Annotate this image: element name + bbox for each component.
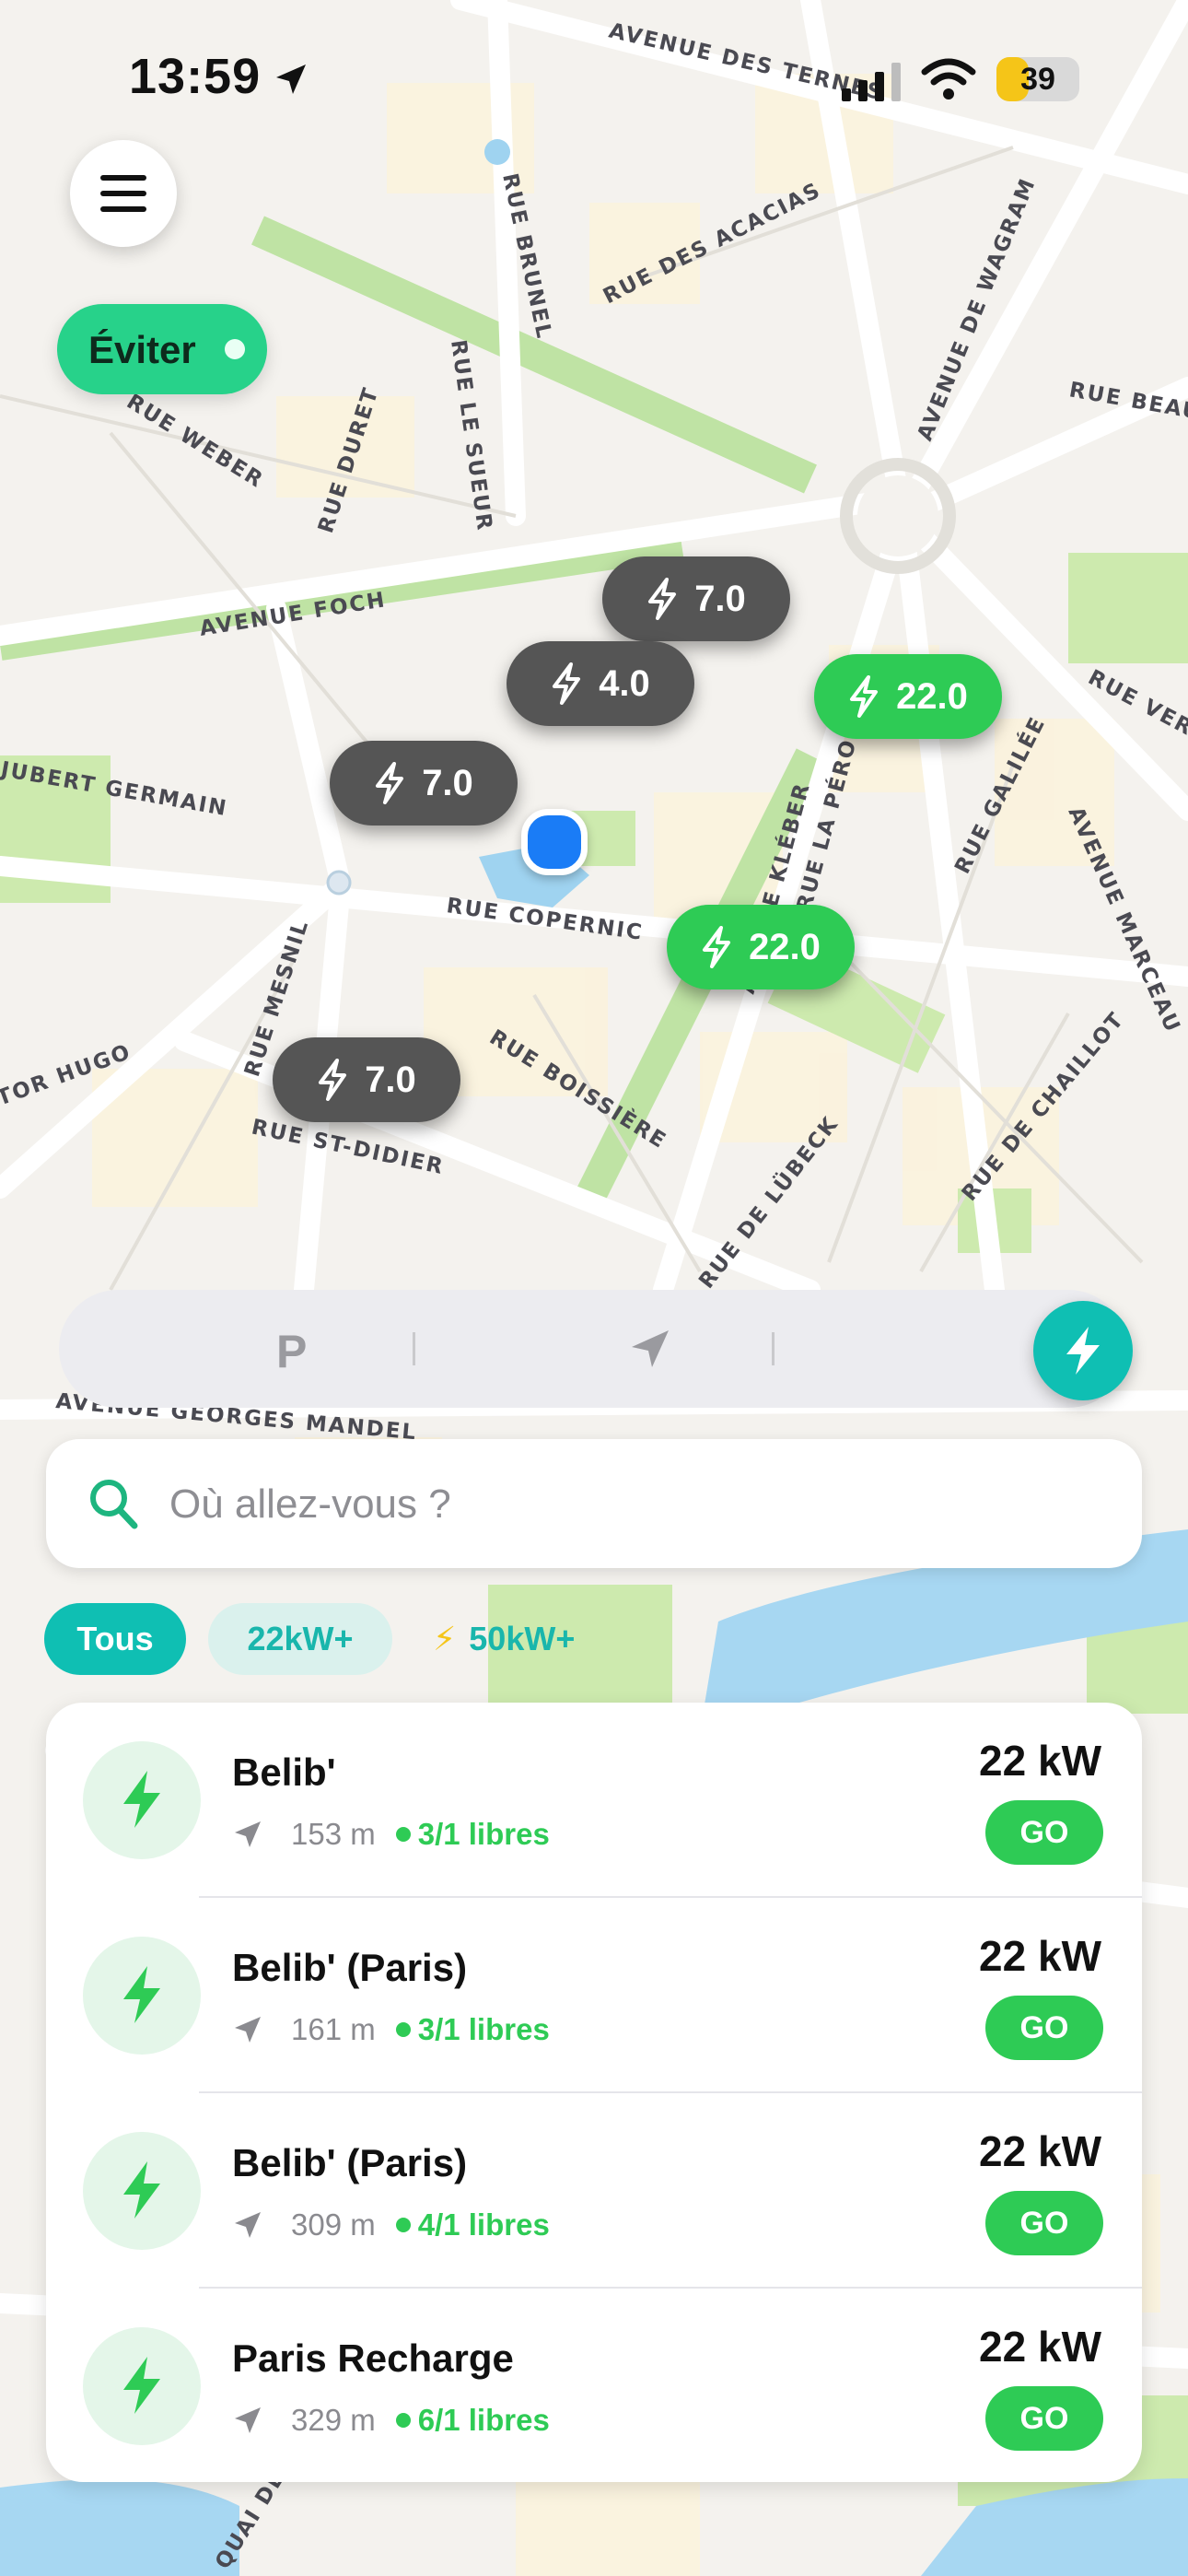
station-power: 22 kW xyxy=(979,1932,1101,1980)
status-time: 13:59 xyxy=(129,49,262,104)
hamburger-icon xyxy=(100,175,146,212)
pin-power: 7.0 xyxy=(422,762,473,803)
station-meta: 329 m 6/1 libres xyxy=(232,2397,550,2443)
station-list: Belib' 153 m 3/1 libres 22 kW GO Belib' … xyxy=(46,1703,1142,2482)
user-location-dot xyxy=(521,809,588,875)
charger-avatar xyxy=(83,1741,201,1859)
battery-level: 39 xyxy=(1020,62,1055,97)
go-button[interactable]: GO xyxy=(985,1800,1103,1865)
bolt-icon xyxy=(850,675,879,718)
go-button[interactable]: GO xyxy=(985,1996,1103,2060)
station-distance: 309 m xyxy=(291,2207,376,2242)
station-availability: 4/1 libres xyxy=(417,2207,550,2242)
station-availability: 6/1 libres xyxy=(417,2403,550,2437)
bolt-icon xyxy=(123,1966,160,2023)
station-meta: 309 m 4/1 libres xyxy=(232,2202,550,2248)
divider xyxy=(772,1332,775,1365)
mode-selector: P xyxy=(59,1290,1127,1408)
station-meta: 161 m 3/1 libres xyxy=(232,2007,550,2053)
pin-power: 22.0 xyxy=(749,926,821,967)
bolt-icon xyxy=(553,662,581,705)
pin-power: 7.0 xyxy=(694,578,746,619)
station-availability: 3/1 libres xyxy=(417,2012,550,2046)
station-name: Belib' (Paris) xyxy=(232,2141,468,2184)
mode-parking[interactable]: P xyxy=(276,1325,307,1378)
filter-50kw-label: 50kW+ xyxy=(469,1620,576,1657)
bolt-icon xyxy=(123,1771,160,1828)
station-distance: 153 m xyxy=(291,1817,376,1851)
navigation-arrow-icon[interactable] xyxy=(628,1327,672,1371)
pin-power: 4.0 xyxy=(599,662,650,704)
station-name: Belib' xyxy=(232,1751,336,1794)
availability-dot xyxy=(395,2413,411,2428)
bolt-icon xyxy=(648,578,677,620)
distance-arrow-icon xyxy=(235,2017,261,2043)
charger-pin[interactable]: 22.0 xyxy=(667,905,855,989)
station-availability: 3/1 libres xyxy=(417,1817,550,1851)
filter-all[interactable]: Tous xyxy=(44,1603,186,1675)
distance-arrow-icon xyxy=(235,2212,261,2238)
distance-arrow-icon xyxy=(235,1821,261,1847)
station-power: 22 kW xyxy=(979,1737,1101,1785)
availability-dot xyxy=(395,2218,411,2232)
go-button[interactable]: GO xyxy=(985,2386,1103,2451)
bolt-icon xyxy=(703,926,731,968)
charger-pin[interactable]: 7.0 xyxy=(602,556,790,641)
charger-pin[interactable]: 7.0 xyxy=(330,741,518,825)
pin-power: 7.0 xyxy=(365,1059,416,1100)
divider xyxy=(413,1332,415,1365)
bolt-icon xyxy=(376,762,404,804)
wifi-icon xyxy=(921,58,976,100)
station-name: Paris Recharge xyxy=(232,2336,514,2380)
bolt-icon xyxy=(1066,1327,1100,1375)
avoid-toggle-button[interactable]: Éviter xyxy=(57,304,267,394)
charger-avatar xyxy=(83,1937,201,2055)
cellular-signal-icon xyxy=(842,63,901,101)
station-distance: 329 m xyxy=(291,2403,376,2437)
charging-mode-button[interactable] xyxy=(1033,1301,1133,1400)
search-bar[interactable] xyxy=(46,1439,1142,1568)
go-button[interactable]: GO xyxy=(985,2191,1103,2255)
charger-avatar xyxy=(83,2132,201,2250)
station-row[interactable]: Belib' 153 m 3/1 libres 22 kW GO xyxy=(46,1703,1142,1898)
menu-button[interactable] xyxy=(70,140,177,247)
charger-pin[interactable]: 22.0 xyxy=(814,654,1002,739)
search-input[interactable] xyxy=(168,1467,1092,1542)
station-name: Belib' (Paris) xyxy=(232,1946,468,1989)
station-power: 22 kW xyxy=(979,2323,1101,2371)
pin-power: 22.0 xyxy=(896,675,968,717)
location-arrow-icon xyxy=(276,64,306,94)
status-bar: 13:59 39 xyxy=(0,0,1188,157)
bolt-icon xyxy=(319,1059,347,1101)
availability-dot xyxy=(395,1827,411,1842)
avoid-label: Éviter xyxy=(88,328,196,371)
station-meta: 153 m 3/1 libres xyxy=(232,1811,550,1857)
distance-arrow-icon xyxy=(235,2407,261,2433)
charger-avatar xyxy=(83,2327,201,2445)
station-row[interactable]: Belib' (Paris) 309 m 4/1 libres 22 kW GO xyxy=(46,2093,1142,2289)
station-distance: 161 m xyxy=(291,2012,376,2046)
availability-dot xyxy=(395,2022,411,2037)
charger-pin[interactable]: 4.0 xyxy=(507,641,694,726)
filter-50kw[interactable]: ⚡ 50kW+ xyxy=(433,1603,635,1675)
status-dot-icon xyxy=(225,339,245,359)
bolt-icon xyxy=(123,2161,160,2219)
filter-22kw[interactable]: 22kW+ xyxy=(208,1603,392,1675)
station-row[interactable]: Belib' (Paris) 161 m 3/1 libres 22 kW GO xyxy=(46,1898,1142,2093)
station-row[interactable]: Paris Recharge 329 m 6/1 libres 22 kW GO xyxy=(46,2289,1142,2482)
battery-indicator: 39 xyxy=(996,57,1079,101)
bolt-icon xyxy=(123,2357,160,2414)
station-power: 22 kW xyxy=(979,2127,1101,2175)
search-icon xyxy=(90,1480,138,1529)
charger-pin[interactable]: 7.0 xyxy=(273,1037,460,1122)
bolt-icon: ⚡ xyxy=(433,1620,457,1657)
